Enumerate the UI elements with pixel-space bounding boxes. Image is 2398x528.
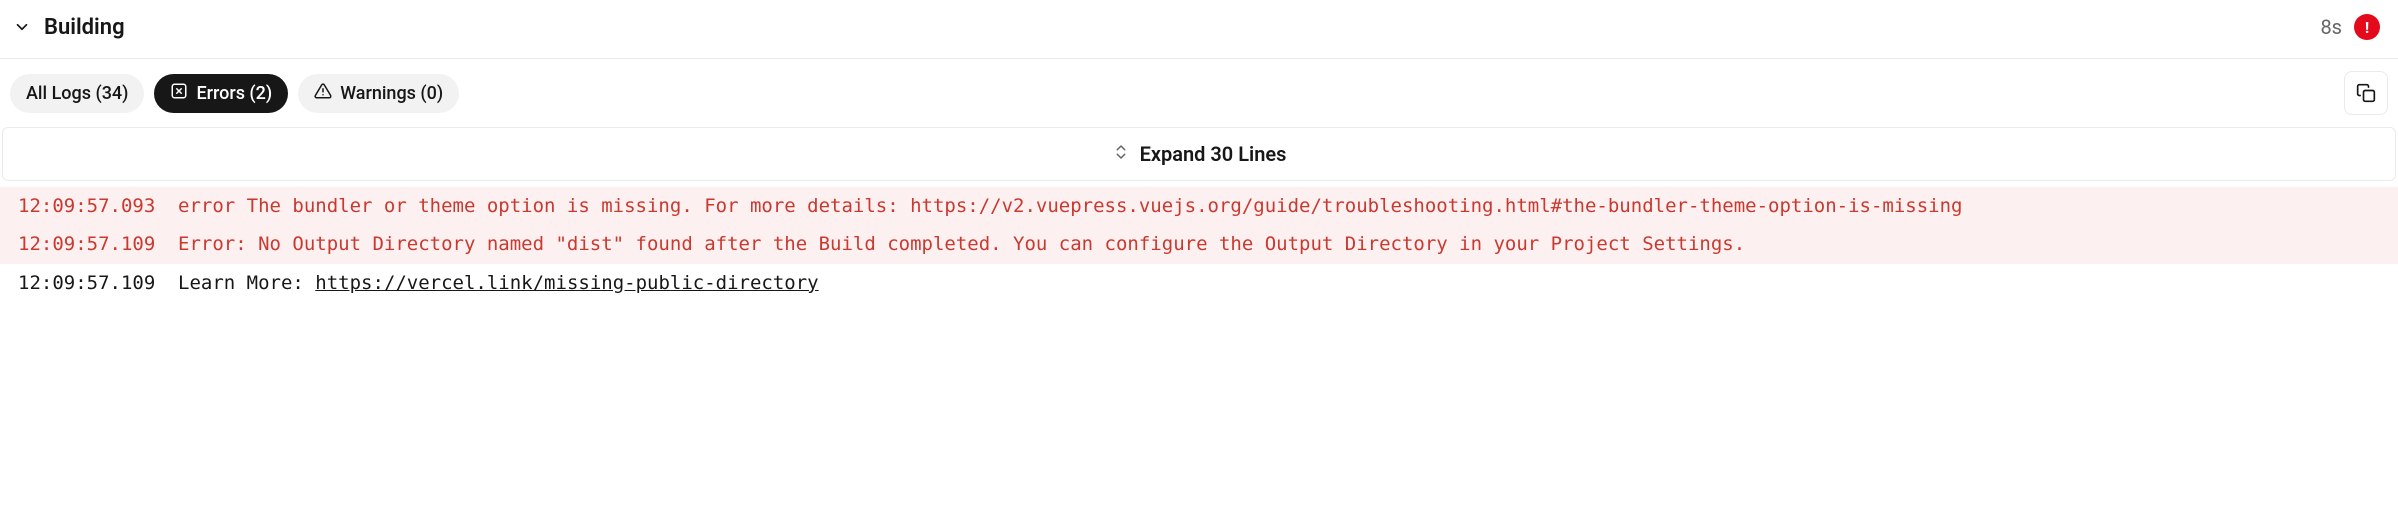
log-timestamp: 12:09:57.109 bbox=[18, 229, 178, 259]
section-header: Building 8s ! bbox=[0, 0, 2398, 59]
chevron-down-icon[interactable] bbox=[10, 15, 34, 39]
tab-label: Warnings (0) bbox=[340, 83, 443, 104]
log-message: Error: No Output Directory named "dist" … bbox=[178, 229, 2380, 259]
log-message: Learn More: https://vercel.link/missing-… bbox=[178, 268, 2380, 298]
section-title: Building bbox=[44, 15, 125, 40]
expand-label: Expand 30 Lines bbox=[1140, 142, 1287, 166]
warning-icon bbox=[314, 82, 332, 105]
error-icon bbox=[170, 82, 188, 105]
tab-label: All Logs (34) bbox=[26, 83, 128, 104]
log-output: 12:09:57.093 error The bundler or theme … bbox=[0, 187, 2398, 302]
log-filter-bar: All Logs (34) Errors (2) Warnings (0) bbox=[0, 59, 2398, 127]
status-badge-error: ! bbox=[2354, 14, 2380, 40]
log-line-error: 12:09:57.109 Error: No Output Directory … bbox=[0, 225, 2398, 263]
tab-errors[interactable]: Errors (2) bbox=[154, 74, 288, 113]
learn-more-link[interactable]: https://vercel.link/missing-public-direc… bbox=[315, 272, 818, 294]
tab-warnings[interactable]: Warnings (0) bbox=[298, 74, 459, 113]
log-message: error The bundler or theme option is mis… bbox=[178, 191, 2380, 221]
copy-button[interactable] bbox=[2344, 71, 2388, 115]
log-timestamp: 12:09:57.109 bbox=[18, 268, 178, 298]
log-timestamp: 12:09:57.093 bbox=[18, 191, 178, 221]
build-duration: 8s bbox=[2320, 15, 2342, 39]
expand-lines-button[interactable]: Expand 30 Lines bbox=[2, 127, 2396, 181]
log-line-info: 12:09:57.109 Learn More: https://vercel.… bbox=[0, 264, 2398, 302]
expand-icon bbox=[1112, 142, 1130, 166]
tab-all-logs[interactable]: All Logs (34) bbox=[10, 74, 144, 113]
tab-label: Errors (2) bbox=[196, 83, 272, 104]
log-line-error: 12:09:57.093 error The bundler or theme … bbox=[0, 187, 2398, 225]
